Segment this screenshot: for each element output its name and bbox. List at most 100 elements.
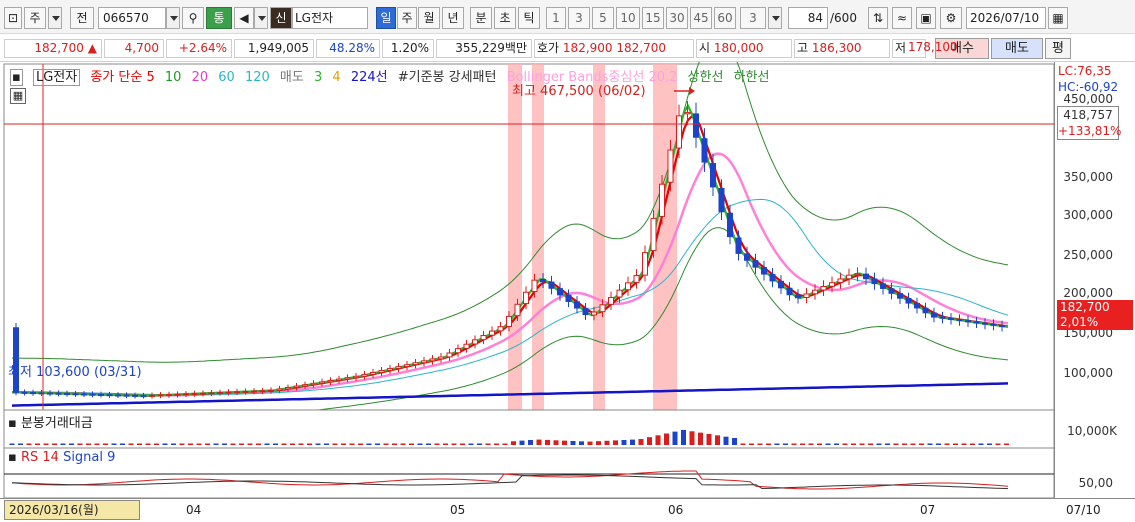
candle-body	[659, 183, 665, 217]
volume-bar	[766, 443, 771, 445]
period-dropdown[interactable]	[48, 7, 62, 29]
legend-stock-name[interactable]: LG전자	[32, 69, 81, 86]
volume-bar	[876, 443, 882, 445]
compare-icon[interactable]: ≈	[892, 7, 912, 29]
interval-15-button[interactable]: 15	[642, 7, 664, 29]
candle-body	[999, 325, 1005, 328]
volume-bar	[740, 443, 746, 445]
high-price: 186,300	[811, 41, 862, 55]
period-minute-button[interactable]: 분	[470, 7, 492, 29]
ytick-300000: 300,000	[1063, 208, 1113, 222]
grid-table-icon[interactable]: ▦	[10, 88, 26, 104]
volume-ratio: 48.28%	[316, 39, 380, 58]
legend-s4[interactable]: 4	[332, 70, 340, 85]
stock-name-field[interactable]: LG전자	[292, 7, 368, 29]
volume-bar	[409, 443, 414, 445]
volume-bar	[247, 443, 253, 445]
volume-bar	[893, 443, 899, 445]
candle-body	[735, 237, 742, 254]
volume-bar	[264, 443, 270, 445]
legend-lower[interactable]: 하한선	[734, 70, 770, 85]
candle-body	[812, 289, 818, 295]
legend-ma10[interactable]: 10	[165, 70, 182, 85]
interval-1-button[interactable]: 1	[546, 7, 566, 29]
volume-bar	[349, 443, 355, 445]
candle-body	[344, 377, 351, 380]
calendar-icon[interactable]: ▦	[1048, 7, 1068, 29]
volume-bar	[502, 443, 508, 445]
interval-dropdown[interactable]	[768, 7, 782, 29]
stock-code-input[interactable]: 066570	[98, 7, 166, 29]
date-input[interactable]: 2026/07/10	[966, 7, 1046, 29]
volume-bar	[43, 443, 49, 445]
candle-body	[455, 348, 461, 354]
volume-bar	[536, 439, 542, 445]
shin-button[interactable]: 신	[270, 7, 292, 29]
candle-body	[574, 301, 580, 309]
speaker-dropdown[interactable]	[254, 7, 268, 29]
price-chart[interactable]	[0, 62, 1135, 522]
period-day-button[interactable]: 일	[376, 7, 396, 29]
legend-upper[interactable]: 상한선	[688, 70, 724, 85]
volume-bar	[120, 443, 125, 445]
candle-body	[803, 293, 810, 299]
code-dropdown[interactable]	[166, 7, 180, 29]
high-annotation: 최고 467,500 (06/02)	[512, 84, 646, 99]
volume-bar	[953, 443, 958, 445]
tong-button[interactable]: 통	[206, 7, 232, 29]
interval-3-button[interactable]: 3	[568, 7, 590, 29]
volume-bar	[885, 443, 890, 445]
legend-ma5[interactable]: 종가 단순 5	[90, 70, 154, 85]
interval-select[interactable]: 3	[740, 7, 766, 29]
gear-icon[interactable]: ⚙	[940, 7, 962, 29]
candle-body	[72, 393, 79, 396]
volume-bar	[817, 443, 822, 445]
legend-224[interactable]: 224선	[351, 70, 388, 85]
legend-sell[interactable]: 매도	[280, 70, 304, 85]
legend-toggle-icon[interactable]: ▪	[10, 69, 23, 86]
chart-tools-icon[interactable]: ⇅	[868, 7, 888, 29]
volume-bar	[18, 443, 23, 445]
candle-body	[472, 339, 478, 345]
candle-body	[795, 294, 801, 299]
interval-60-button[interactable]: 60	[714, 7, 736, 29]
candle-body	[404, 364, 410, 368]
volume-tick: 10,000K	[1067, 424, 1117, 438]
period-second-button[interactable]: 초	[494, 7, 516, 29]
legend-s3[interactable]: 3	[314, 70, 322, 85]
interval-10-button[interactable]: 10	[616, 7, 640, 29]
candle-body	[319, 381, 325, 384]
speaker-icon[interactable]: ◀	[234, 7, 254, 29]
candle-body	[285, 387, 291, 390]
candle-body	[115, 394, 121, 397]
legend-ma120[interactable]: 120	[245, 70, 270, 85]
interval-45-button[interactable]: 45	[690, 7, 712, 29]
volume-bar	[961, 443, 967, 445]
pyeong-button[interactable]: 평	[1045, 38, 1071, 59]
jeon-button[interactable]: 전	[70, 7, 94, 29]
period-year-button[interactable]: 년	[442, 7, 464, 29]
volume-bar	[851, 443, 856, 445]
volume-bar	[103, 443, 108, 445]
candle-body	[395, 366, 402, 369]
sell-button[interactable]: 매도	[991, 38, 1043, 59]
volume-bar	[434, 443, 440, 445]
candle-body	[633, 275, 640, 283]
high-cell: 고 186,300	[794, 39, 890, 58]
save-icon[interactable]: ▣	[916, 7, 936, 29]
candle-body	[982, 322, 988, 325]
count-input[interactable]: 84	[788, 7, 828, 29]
search-icon[interactable]: ⚲	[182, 7, 204, 29]
open-cell: 시 180,000	[696, 39, 792, 58]
legend-ma20[interactable]: 20	[192, 70, 209, 85]
period-week-button[interactable]: 주	[397, 7, 417, 29]
period-tick-button[interactable]: 틱	[518, 7, 540, 29]
candle-body	[778, 280, 784, 289]
window-icon[interactable]: ⊡	[4, 7, 22, 29]
period-ju-button[interactable]: 주	[24, 7, 46, 29]
legend-ma60[interactable]: 60	[218, 70, 235, 85]
interval-30-button[interactable]: 30	[666, 7, 688, 29]
interval-5-button[interactable]: 5	[592, 7, 614, 29]
legend-pattern[interactable]: #기준봉 강세패턴	[398, 70, 497, 85]
period-month-button[interactable]: 월	[418, 7, 440, 29]
